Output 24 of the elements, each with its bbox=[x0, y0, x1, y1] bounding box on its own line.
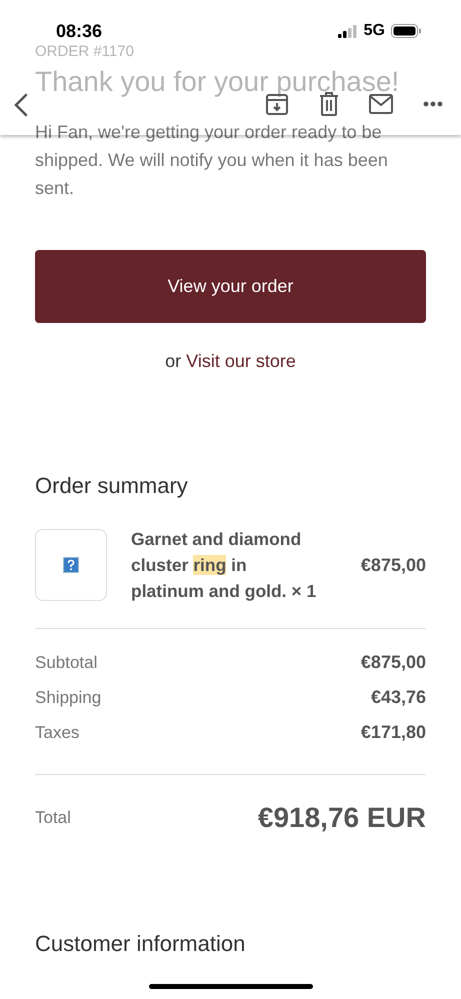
section-title: Order summary bbox=[35, 472, 189, 500]
summary-label: Taxes bbox=[35, 722, 80, 744]
email-heading: Thank you for your purchase! bbox=[35, 66, 400, 98]
store-link[interactable]: Visit our store bbox=[186, 351, 296, 371]
network-label: 5G bbox=[364, 21, 385, 41]
signal-icon bbox=[338, 24, 358, 38]
order-number: ORDER #1170 bbox=[35, 44, 134, 60]
missing-image-icon bbox=[63, 557, 79, 573]
or-text: or bbox=[165, 351, 182, 371]
battery-icon bbox=[391, 24, 421, 38]
product-price: €875,00 bbox=[360, 554, 426, 576]
back-button[interactable] bbox=[14, 93, 28, 117]
summary-value: €171,80 bbox=[360, 721, 426, 744]
summary-value: €875,00 bbox=[360, 651, 426, 674]
summary-label: Shipping bbox=[35, 686, 102, 709]
product-name: Garnet and diamond cluster ring in platinum and gold. × 1 bbox=[131, 528, 318, 603]
view-order-button[interactable]: View your order bbox=[35, 250, 426, 323]
total-value: €918,76 EUR bbox=[258, 801, 426, 835]
section-title: Customer information bbox=[35, 930, 246, 958]
clock: 08:36 bbox=[56, 20, 102, 42]
summary-label: Subtotal bbox=[35, 652, 98, 674]
message-text: Hi Fan, we're getting your order ready to be shipped. We will notify you when it has been sent. bbox=[35, 121, 389, 200]
summary-value: €43,76 bbox=[370, 686, 426, 709]
total-label: Total bbox=[35, 807, 71, 830]
